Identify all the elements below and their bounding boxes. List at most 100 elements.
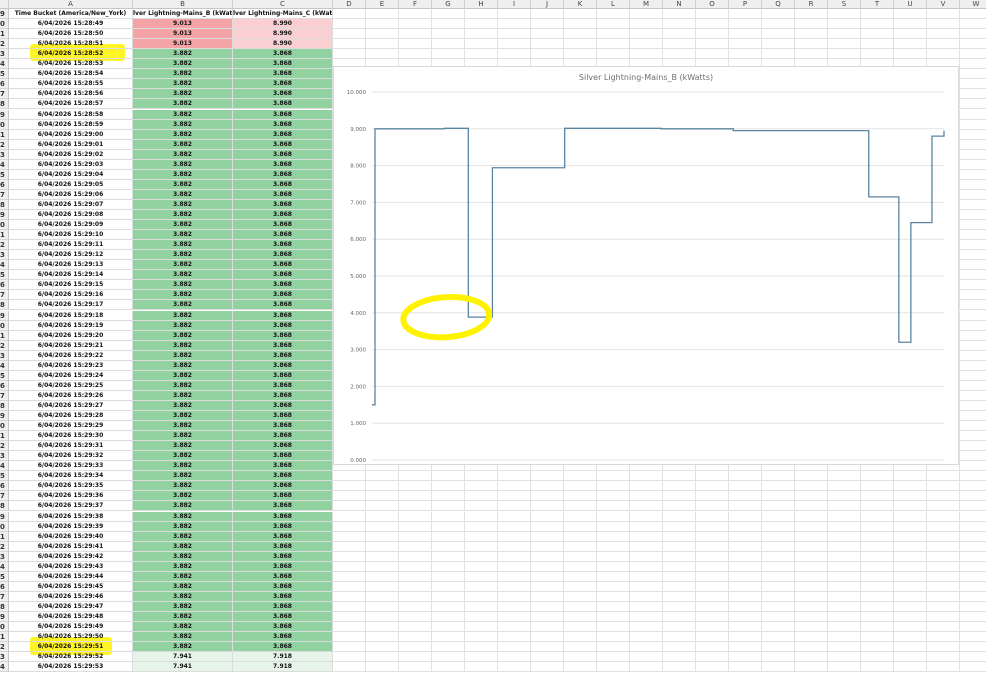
timestamp-cell[interactable]: 6/04/2026 15:28:52 <box>9 49 133 60</box>
row-header[interactable]: 7 <box>0 591 9 602</box>
empty-cell[interactable] <box>366 622 399 633</box>
empty-cell[interactable] <box>894 662 927 673</box>
mains-c-value-cell[interactable]: 3.868 <box>233 109 333 120</box>
empty-cell[interactable] <box>828 49 861 60</box>
empty-cell[interactable] <box>762 652 795 663</box>
empty-cell[interactable] <box>861 541 894 552</box>
empty-cell[interactable] <box>564 652 597 663</box>
empty-cell[interactable] <box>894 521 927 532</box>
empty-cell[interactable] <box>333 491 366 502</box>
empty-cell[interactable] <box>828 601 861 612</box>
mains-c-value-cell[interactable]: 3.868 <box>233 99 333 110</box>
timestamp-cell[interactable]: 6/04/2026 15:29:02 <box>9 149 133 160</box>
empty-cell[interactable] <box>531 652 564 663</box>
mains-c-value-cell[interactable]: 3.868 <box>233 69 333 80</box>
mains-b-value-cell[interactable]: 3.882 <box>133 501 233 512</box>
row-header[interactable]: 1 <box>0 29 9 40</box>
empty-cell[interactable] <box>498 612 531 623</box>
mains-c-value-cell[interactable]: 3.868 <box>233 119 333 130</box>
empty-cell[interactable] <box>828 591 861 602</box>
empty-cell[interactable] <box>465 632 498 643</box>
empty-cell[interactable] <box>828 561 861 572</box>
empty-cell[interactable] <box>894 471 927 482</box>
empty-cell[interactable] <box>960 512 986 522</box>
empty-cell[interactable] <box>399 39 432 50</box>
empty-cell[interactable] <box>960 381 986 391</box>
empty-cell[interactable] <box>894 612 927 623</box>
mains-b-value-cell[interactable]: 3.882 <box>133 521 233 532</box>
column-header-s[interactable]: S <box>828 0 861 9</box>
empty-cell[interactable] <box>531 541 564 552</box>
empty-cell[interactable] <box>333 561 366 572</box>
empty-cell[interactable] <box>663 49 696 60</box>
empty-cell[interactable] <box>564 561 597 572</box>
timestamp-cell[interactable]: 6/04/2026 15:29:50 <box>9 632 133 643</box>
empty-cell[interactable] <box>894 581 927 592</box>
mains-c-value-cell[interactable]: 7.918 <box>233 662 333 673</box>
timestamp-cell[interactable]: 6/04/2026 15:29:48 <box>9 612 133 623</box>
empty-cell[interactable] <box>960 612 986 623</box>
mains-c-value-cell[interactable]: 3.868 <box>233 210 333 221</box>
empty-cell[interactable] <box>960 59 986 70</box>
column-header-i[interactable]: I <box>498 0 531 9</box>
empty-cell[interactable] <box>531 29 564 40</box>
column-header-g[interactable]: G <box>432 0 465 9</box>
empty-cell[interactable] <box>498 471 531 482</box>
empty-cell[interactable] <box>795 632 828 643</box>
mains-b-value-cell[interactable]: 9.013 <box>133 19 233 30</box>
empty-cell[interactable] <box>333 541 366 552</box>
mains-b-value-cell[interactable]: 3.882 <box>133 49 233 60</box>
mains-b-value-cell[interactable]: 3.882 <box>133 79 233 90</box>
empty-cell[interactable] <box>366 471 399 482</box>
empty-cell[interactable] <box>597 19 630 30</box>
empty-cell[interactable] <box>960 240 986 251</box>
timestamp-cell[interactable]: 6/04/2026 15:28:57 <box>9 99 133 110</box>
empty-cell[interactable] <box>531 19 564 30</box>
empty-cell[interactable] <box>696 39 729 50</box>
mains-b-value-cell[interactable]: 3.882 <box>133 531 233 542</box>
empty-cell[interactable] <box>432 541 465 552</box>
empty-cell[interactable] <box>333 622 366 633</box>
empty-cell[interactable] <box>597 642 630 653</box>
timestamp-cell[interactable]: 6/04/2026 15:29:24 <box>9 370 133 381</box>
empty-cell[interactable] <box>432 521 465 532</box>
empty-cell[interactable] <box>795 511 828 522</box>
empty-cell[interactable] <box>861 521 894 532</box>
empty-cell[interactable] <box>531 531 564 542</box>
empty-cell[interactable] <box>465 531 498 542</box>
empty-cell[interactable] <box>597 9 630 20</box>
empty-cell[interactable] <box>861 571 894 582</box>
empty-cell[interactable] <box>861 581 894 592</box>
empty-cell[interactable] <box>498 642 531 653</box>
empty-cell[interactable] <box>465 652 498 663</box>
empty-cell[interactable] <box>696 652 729 663</box>
empty-cell[interactable] <box>828 612 861 623</box>
empty-cell[interactable] <box>861 9 894 20</box>
timestamp-cell[interactable]: 6/04/2026 15:29:13 <box>9 260 133 271</box>
timestamp-cell[interactable]: 6/04/2026 15:29:08 <box>9 210 133 221</box>
empty-cell[interactable] <box>465 571 498 582</box>
empty-cell[interactable] <box>564 511 597 522</box>
empty-cell[interactable] <box>663 612 696 623</box>
empty-cell[interactable] <box>960 602 986 612</box>
mains-b-value-cell[interactable]: 3.882 <box>133 59 233 70</box>
empty-cell[interactable] <box>960 210 986 221</box>
mains-b-value-cell[interactable]: 3.882 <box>133 642 233 653</box>
empty-cell[interactable] <box>597 501 630 512</box>
mains-b-value-cell[interactable]: 3.882 <box>133 230 233 241</box>
empty-cell[interactable] <box>762 49 795 60</box>
empty-cell[interactable] <box>465 551 498 562</box>
spreadsheet[interactable]: ABCDEFGHIJKLMNOPQRSTUVW 9 Time Bucket (Am… <box>0 0 986 676</box>
timestamp-cell[interactable]: 6/04/2026 15:29:18 <box>9 310 133 321</box>
empty-cell[interactable] <box>498 541 531 552</box>
empty-cell[interactable] <box>960 160 986 170</box>
mains-b-value-cell[interactable]: 3.882 <box>133 571 233 582</box>
empty-cell[interactable] <box>630 561 663 572</box>
empty-cell[interactable] <box>696 29 729 40</box>
row-header[interactable]: 9 <box>0 109 9 120</box>
empty-cell[interactable] <box>828 581 861 592</box>
empty-cell[interactable] <box>894 541 927 552</box>
empty-cell[interactable] <box>564 591 597 602</box>
row-header[interactable]: 4 <box>0 360 9 371</box>
mains-c-value-cell[interactable]: 3.868 <box>233 561 333 572</box>
